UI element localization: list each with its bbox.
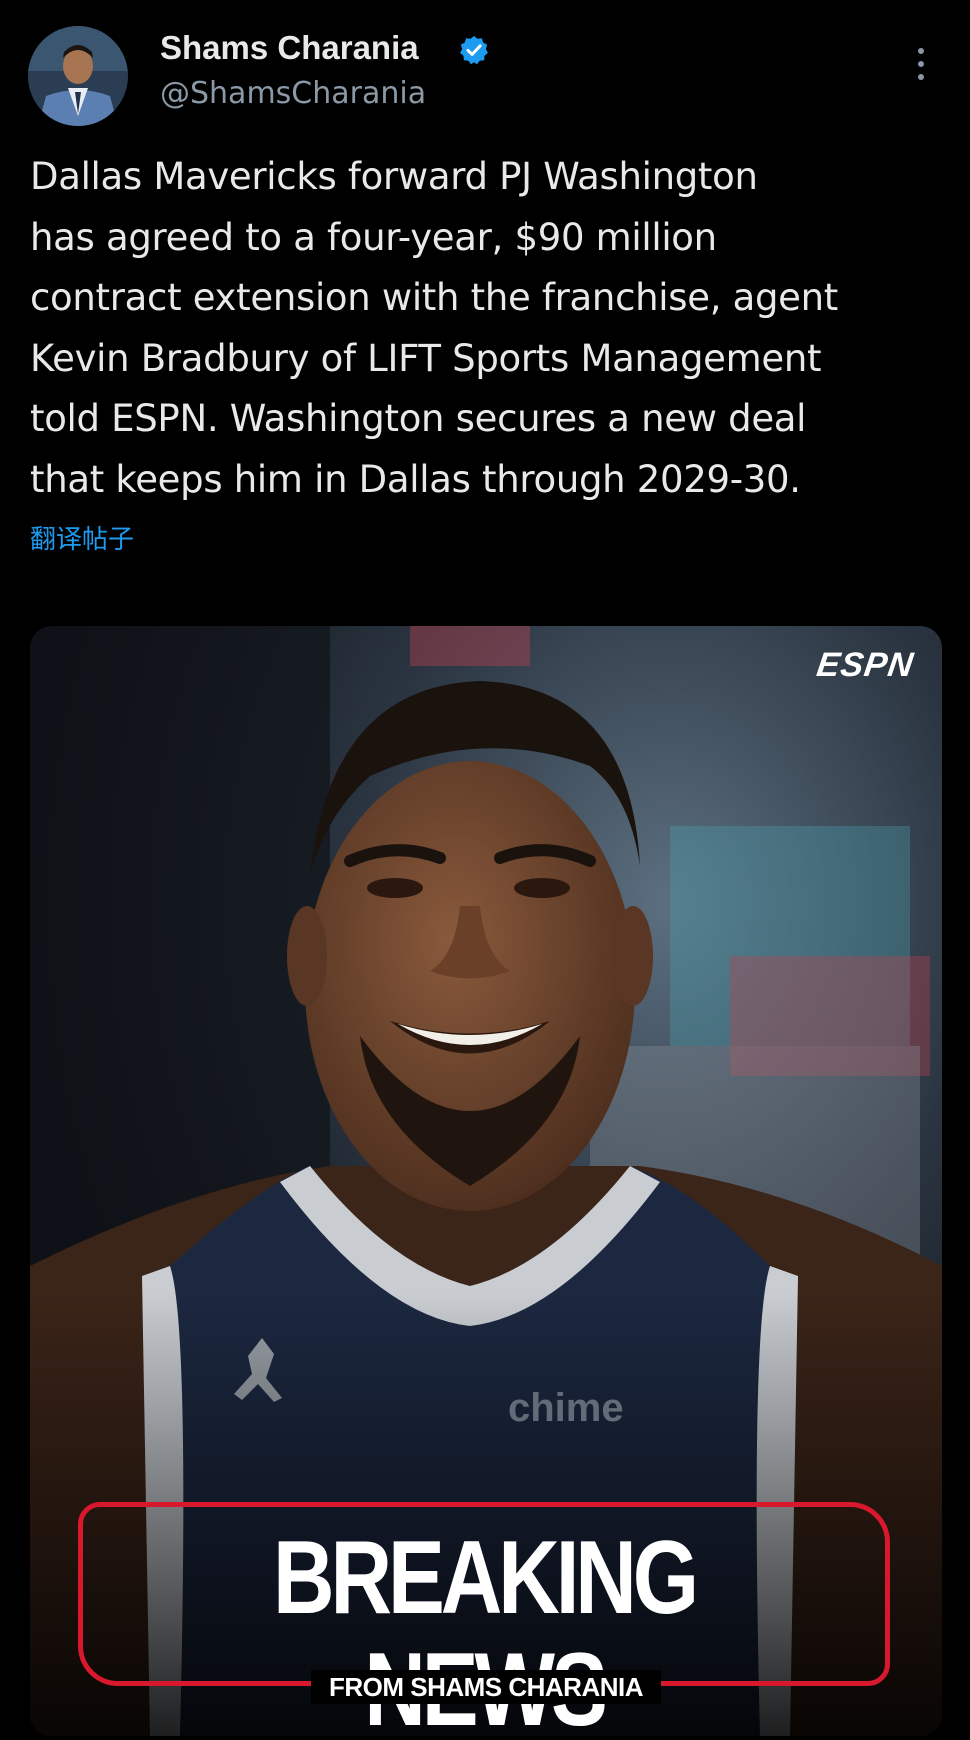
breaking-news-subline-wrap: FROM SHAMS CHARANIA [30, 1670, 942, 1704]
tweet: Shams Charania @ShamsCharania Dallas Mav… [0, 0, 970, 1740]
tweet-media-image[interactable]: ESPN chime BREAKING NEWS FROM SHAMS CHAR… [30, 626, 942, 1736]
espn-logo: ESPN [814, 646, 917, 684]
more-options-button[interactable] [904, 44, 938, 84]
breaking-news-subline: FROM SHAMS CHARANIA [310, 1670, 662, 1704]
more-vertical-icon [918, 48, 924, 54]
jersey-sponsor-text: chime [508, 1386, 624, 1430]
avatar[interactable] [28, 26, 128, 126]
verified-badge-icon [458, 34, 490, 66]
tweet-text: Dallas Mavericks forward PJ Washington h… [30, 155, 838, 501]
translate-post-link[interactable]: 翻译帖子 [30, 522, 134, 558]
author-name[interactable]: Shams Charania [160, 28, 419, 68]
author-handle[interactable]: @ShamsCharania [160, 74, 426, 114]
